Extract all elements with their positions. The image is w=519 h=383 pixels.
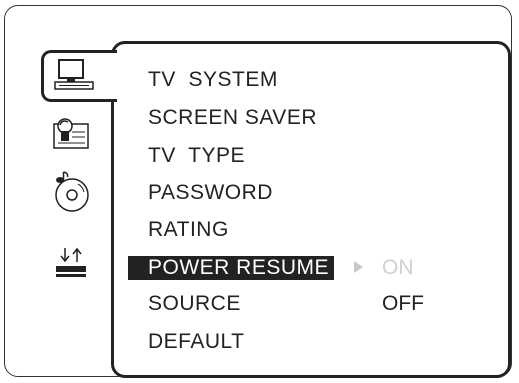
menu-item-default[interactable]: DEFAULT bbox=[148, 330, 244, 354]
menu-item-power-resume[interactable]: POWER RESUME bbox=[128, 256, 335, 280]
up-down-arrows-icon[interactable] bbox=[52, 246, 92, 282]
option-off[interactable]: OFF bbox=[382, 292, 424, 316]
disc-music-icon[interactable] bbox=[52, 170, 92, 214]
menu-item-tv-type[interactable]: TV TYPE bbox=[148, 144, 245, 168]
menu-item-rating[interactable]: RATING bbox=[148, 218, 229, 242]
tv-monitor-icon bbox=[54, 59, 94, 90]
submenu-arrow-icon bbox=[354, 261, 363, 273]
menu-item-source[interactable]: SOURCE bbox=[148, 292, 241, 316]
menu-item-tv-system[interactable]: TV SYSTEM bbox=[148, 68, 278, 92]
option-on[interactable]: ON bbox=[382, 256, 414, 280]
person-card-icon[interactable] bbox=[52, 112, 92, 152]
menu-item-password[interactable]: PASSWORD bbox=[148, 181, 273, 205]
menu-item-screen-saver[interactable]: SCREEN SAVER bbox=[148, 106, 317, 130]
